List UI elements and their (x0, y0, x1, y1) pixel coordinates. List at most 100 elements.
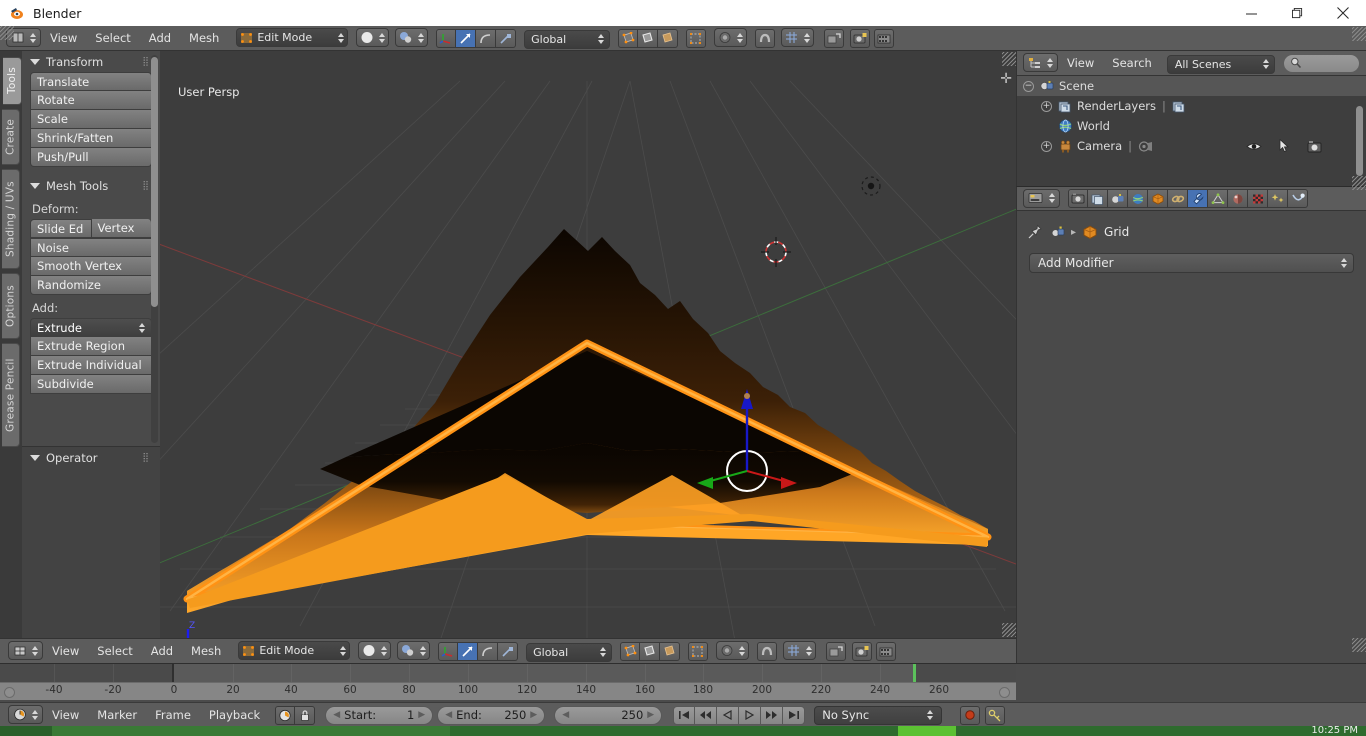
render-image-icon[interactable] (850, 29, 870, 48)
taskbar-segment[interactable] (0, 726, 52, 736)
tab-scene[interactable] (1108, 189, 1128, 208)
editor-type-selector-outliner[interactable] (1023, 53, 1058, 73)
subdivide-button[interactable]: Subdivide (30, 375, 152, 394)
decrement-arrow-icon[interactable]: ◀ (562, 710, 569, 720)
tab-material[interactable] (1228, 189, 1248, 208)
cursor-arrow-icon[interactable] (1279, 139, 1290, 153)
vertex-select-icon[interactable] (620, 642, 640, 661)
increment-arrow-icon[interactable]: ▶ (530, 710, 537, 720)
taskbar-clock[interactable]: 10:25 PM (1311, 726, 1358, 736)
slide-edge-button[interactable]: Slide Ed (30, 219, 92, 238)
outliner-row-renderlayers[interactable]: + RenderLayers | (1017, 96, 1366, 116)
outliner-row-world[interactable]: World (1017, 116, 1366, 136)
play-reverse-icon[interactable] (717, 706, 739, 725)
sidebar-item-tools[interactable]: Tools (3, 57, 22, 105)
timeline-scroll-left-handle[interactable] (4, 687, 15, 698)
menu-mesh-viewport[interactable]: Mesh (182, 639, 230, 663)
smooth-vertex-button[interactable]: Smooth Vertex (30, 257, 152, 276)
push-pull-button[interactable]: Push/Pull (30, 148, 152, 167)
maximize-icon[interactable] (1274, 0, 1320, 26)
sidebar-item-create[interactable]: Create (2, 109, 20, 165)
slide-vertex-button[interactable]: Vertex (92, 219, 153, 238)
expand-icon[interactable]: + (1041, 141, 1052, 152)
edge-select-icon[interactable] (638, 29, 658, 48)
tab-texture[interactable] (1248, 189, 1268, 208)
taskbar-segment[interactable] (956, 726, 1366, 736)
snap-target-selector-bottom[interactable] (783, 641, 816, 661)
extrude-dropdown[interactable]: Extrude (30, 318, 152, 337)
extrude-region-button[interactable]: Extrude Region (30, 337, 152, 356)
current-frame-field[interactable]: ◀ 250 ▶ (554, 706, 662, 725)
tab-constraints[interactable] (1168, 189, 1188, 208)
scale-button[interactable]: Scale (30, 110, 152, 129)
limit-selection-visible-icon[interactable] (688, 642, 708, 661)
start-frame-field[interactable]: ◀ Start: 1 ▶ (325, 706, 433, 725)
tab-particles[interactable] (1268, 189, 1288, 208)
taskbar-active-segment[interactable] (898, 726, 956, 736)
edge-select-icon[interactable] (640, 642, 660, 661)
menu-view-outliner[interactable]: View (1058, 51, 1103, 75)
render-image-icon[interactable] (852, 642, 872, 661)
jump-end-icon[interactable] (783, 706, 805, 725)
menu-marker-timeline[interactable]: Marker (88, 703, 146, 727)
increment-arrow-icon[interactable]: ▶ (647, 710, 654, 720)
menu-playback-timeline[interactable]: Playback (200, 703, 269, 727)
taskbar[interactable]: 10:25 PM (0, 726, 1366, 736)
shrink-fatten-button[interactable]: Shrink/Fatten (30, 129, 152, 148)
face-select-icon[interactable] (660, 642, 680, 661)
outliner-search-field[interactable] (1283, 54, 1360, 73)
face-select-icon[interactable] (658, 29, 678, 48)
viewport-shading-selector-bottom[interactable] (358, 641, 391, 661)
snap-target-selector-top[interactable] (781, 28, 814, 48)
editor-type-selector-top[interactable] (6, 28, 41, 48)
outliner-row-camera[interactable]: + Camera | (1017, 136, 1366, 156)
timeline-scroll-right-handle[interactable] (999, 687, 1010, 698)
mode-selector-top[interactable]: Edit Mode (236, 28, 348, 48)
expand-icon[interactable]: + (1041, 101, 1052, 112)
editor-type-selector-properties[interactable] (1023, 189, 1060, 209)
menu-add-viewport[interactable]: Add (142, 639, 182, 663)
rotate-manipulator-icon[interactable] (456, 29, 476, 48)
sidebar-item-grease-pencil[interactable]: Grease Pencil (2, 343, 20, 447)
menu-search-outliner[interactable]: Search (1103, 51, 1161, 75)
transform-orientation-selector-bottom[interactable]: Global (526, 641, 612, 662)
panel-header-mesh-tools[interactable]: Mesh Tools ⣿ (22, 175, 160, 196)
opengl-render-icon[interactable] (826, 642, 846, 661)
collapse-icon[interactable]: − (1023, 81, 1034, 92)
decrement-arrow-icon[interactable]: ◀ (333, 710, 340, 720)
extrude-individual-button[interactable]: Extrude Individual (30, 356, 152, 375)
sidebar-item-options[interactable]: Options (2, 273, 20, 339)
menu-frame-timeline[interactable]: Frame (146, 703, 200, 727)
proportional-edit-selector-top[interactable] (714, 28, 747, 48)
tab-render-layers[interactable] (1088, 189, 1108, 208)
manipulator-extra-icon[interactable] (498, 642, 518, 661)
increment-arrow-icon[interactable]: ▶ (418, 710, 425, 720)
panel-header-transform[interactable]: Transform ⣿ (22, 51, 160, 72)
manipulator-extra-icon[interactable] (496, 29, 516, 48)
randomize-button[interactable]: Randomize (30, 276, 152, 295)
tab-data[interactable] (1208, 189, 1228, 208)
pin-icon[interactable] (1027, 224, 1043, 240)
proportional-edit-selector-bottom[interactable] (716, 641, 749, 661)
camera-render-icon[interactable] (1307, 140, 1322, 153)
rotate-button[interactable]: Rotate (30, 91, 152, 110)
menu-add-top[interactable]: Add (140, 26, 180, 50)
auto-keyframe-icon[interactable] (275, 706, 295, 725)
menu-view-viewport[interactable]: View (43, 639, 88, 663)
end-frame-field[interactable]: ◀ End: 250 ▶ (437, 706, 545, 725)
tab-object[interactable] (1148, 189, 1168, 208)
mode-selector-viewport[interactable]: Edit Mode (238, 641, 350, 661)
decrement-arrow-icon[interactable]: ◀ (445, 710, 452, 720)
menu-mesh-top[interactable]: Mesh (180, 26, 228, 50)
outliner-display-mode-selector[interactable]: All Scenes (1167, 53, 1275, 74)
jump-start-icon[interactable] (673, 706, 695, 725)
translate-manipulator-icon[interactable] (436, 29, 456, 48)
pivot-point-selector-top[interactable] (395, 28, 428, 48)
tab-world[interactable] (1128, 189, 1148, 208)
minimize-icon[interactable] (1228, 0, 1274, 26)
render-animation-icon[interactable] (874, 29, 894, 48)
sync-mode-dropdown[interactable]: No Sync (814, 706, 942, 725)
editor-type-selector-viewport[interactable] (8, 641, 43, 661)
record-icon[interactable] (960, 706, 980, 725)
scale-manipulator-icon[interactable] (476, 29, 496, 48)
